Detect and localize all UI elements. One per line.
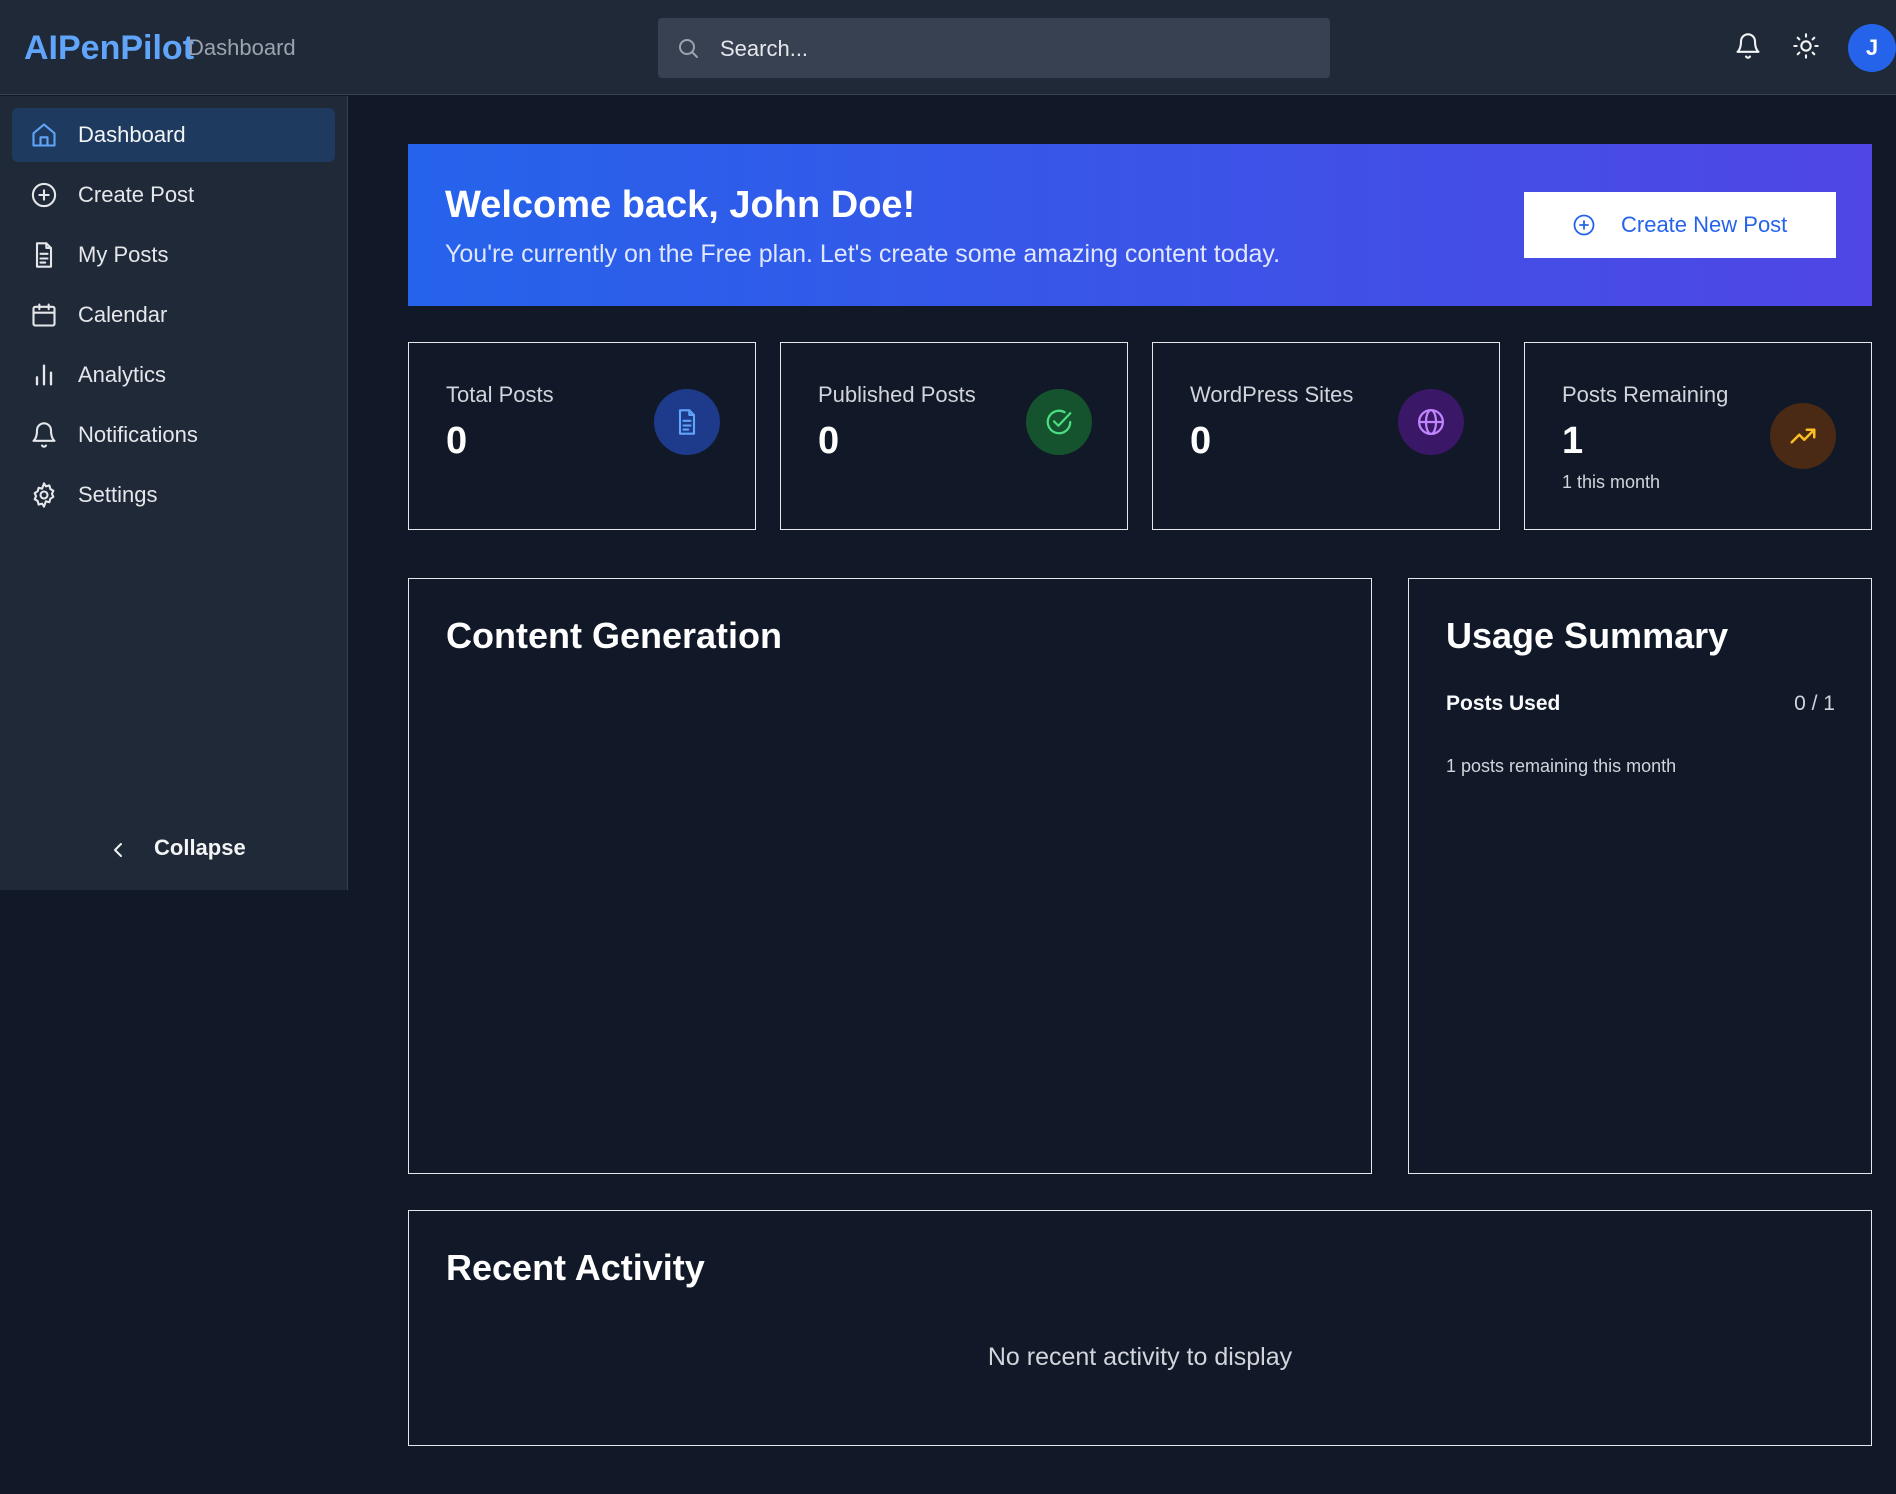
recent-activity-title: Recent Activity <box>446 1247 705 1288</box>
content-generation-title: Content Generation <box>446 615 783 656</box>
check-circle-icon <box>1026 389 1092 455</box>
notifications-button[interactable] <box>1734 32 1766 64</box>
create-new-post-button[interactable]: Create New Post <box>1524 192 1836 258</box>
file-text-icon <box>654 389 720 455</box>
sidebar-item-label: Create Post <box>78 182 195 207</box>
stat-value: 0 <box>818 420 840 462</box>
collapse-sidebar-button[interactable]: Collapse <box>106 828 266 868</box>
app-logo[interactable]: AIPenPilot <box>24 26 194 70</box>
empty-activity-message: No recent activity to display <box>987 1343 1293 1371</box>
stat-card-wordpress-sites: WordPress Sites 0 <box>1152 342 1500 530</box>
stat-value: 0 <box>1190 420 1212 462</box>
trending-up-icon <box>1770 403 1836 469</box>
theme-toggle-button[interactable] <box>1792 32 1824 64</box>
home-icon <box>30 121 58 149</box>
bell-icon <box>30 421 58 449</box>
bell-icon <box>1734 32 1766 60</box>
stat-label: Published Posts <box>818 382 976 407</box>
sidebar-item-notifications[interactable]: Notifications <box>12 408 335 462</box>
sidebar: Dashboard Create Post My Posts Calendar … <box>0 96 348 890</box>
posts-used-label: Posts Used <box>1446 692 1561 715</box>
sidebar-item-label: Dashboard <box>78 122 186 147</box>
sidebar-item-analytics[interactable]: Analytics <box>12 348 335 402</box>
stat-label: WordPress Sites <box>1190 382 1354 407</box>
posts-used-value: 0 / 1 <box>1794 692 1835 715</box>
stat-card-posts-remaining: Posts Remaining 1 1 this month <box>1524 342 1872 530</box>
sidebar-item-label: Calendar <box>78 302 168 327</box>
collapse-label: Collapse <box>154 835 246 860</box>
sidebar-item-my-posts[interactable]: My Posts <box>12 228 335 282</box>
posts-remaining-note: 1 posts remaining this month <box>1446 756 1677 776</box>
sidebar-item-label: My Posts <box>78 242 169 267</box>
sidebar-item-label: Settings <box>78 482 158 507</box>
top-header: AIPenPilot Dashboard J <box>0 0 1896 95</box>
usage-summary-title: Usage Summary <box>1446 615 1729 656</box>
search-box[interactable] <box>658 18 1330 80</box>
sidebar-item-dashboard[interactable]: Dashboard <box>12 108 335 162</box>
globe-icon <box>1398 389 1464 455</box>
stat-label: Total Posts <box>446 382 554 407</box>
bar-chart-icon <box>30 361 58 389</box>
content-generation-panel: Content Generation <box>408 578 1372 1174</box>
welcome-message: You're currently on the Free plan. Let's… <box>445 240 1281 268</box>
file-text-icon <box>30 241 58 269</box>
sidebar-item-label: Analytics <box>78 362 167 387</box>
sidebar-item-create-post[interactable]: Create Post <box>12 168 335 222</box>
create-new-post-label: Create New Post <box>1621 212 1788 237</box>
recent-activity-panel: Recent Activity No recent activity to di… <box>408 1210 1872 1446</box>
gear-icon <box>30 481 58 509</box>
sidebar-item-settings[interactable]: Settings <box>12 468 335 522</box>
sidebar-item-label: Notifications <box>78 422 198 447</box>
plus-circle-icon <box>1572 213 1596 237</box>
calendar-icon <box>30 301 58 329</box>
stat-card-published-posts: Published Posts 0 <box>780 342 1128 530</box>
search-icon <box>676 36 700 60</box>
sidebar-item-calendar[interactable]: Calendar <box>12 288 335 342</box>
sun-icon <box>1792 32 1824 60</box>
chevron-left-icon <box>106 838 130 862</box>
section-label: Dashboard <box>188 35 296 60</box>
stat-value: 1 <box>1562 420 1584 462</box>
welcome-banner: Welcome back, John Doe! You're currently… <box>408 144 1872 306</box>
stat-label: Posts Remaining <box>1562 382 1729 407</box>
stat-card-total-posts: Total Posts 0 <box>408 342 756 530</box>
usage-summary-panel: Usage Summary Posts Used 0 / 1 1 posts r… <box>1408 578 1872 1174</box>
stat-value: 0 <box>446 420 468 462</box>
user-avatar[interactable]: J <box>1848 24 1896 72</box>
welcome-title: Welcome back, John Doe! <box>445 184 916 226</box>
plus-circle-icon <box>30 181 58 209</box>
stat-sub: 1 this month <box>1562 472 1661 492</box>
search-input[interactable] <box>718 18 1312 80</box>
